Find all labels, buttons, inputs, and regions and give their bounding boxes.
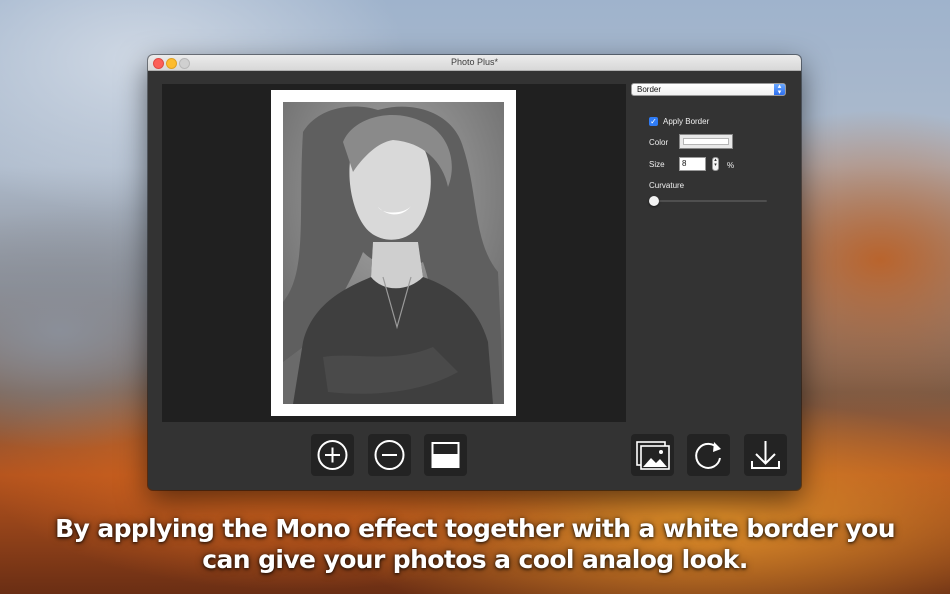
title-bar[interactable]: Photo Plus* <box>148 55 801 71</box>
apply-border-label: Apply Border <box>663 117 710 126</box>
zoom-in-button[interactable] <box>311 434 354 476</box>
color-label: Color <box>649 138 669 147</box>
size-unit: % <box>727 161 735 170</box>
apply-border-checkbox[interactable]: ✓ <box>649 117 658 126</box>
curvature-label: Curvature <box>649 181 685 190</box>
zoom-in-icon <box>317 440 348 470</box>
size-stepper[interactable]: ▴ ▾ <box>712 157 719 171</box>
rotate-icon <box>695 442 721 469</box>
effect-dropdown-label: Border <box>637 85 662 94</box>
window-title: Photo Plus* <box>450 57 499 67</box>
zoom-out-button[interactable] <box>368 434 411 476</box>
split-view-icon <box>431 442 460 468</box>
zoom-out-icon <box>374 440 405 470</box>
border-color-swatch <box>683 138 729 145</box>
open-image-icon <box>636 441 670 470</box>
effect-dropdown[interactable]: Border ▴ ▾ <box>631 83 786 96</box>
photo-preview <box>283 102 504 404</box>
open-image-button[interactable] <box>631 434 674 476</box>
size-label: Size <box>649 160 665 169</box>
border-color-well[interactable] <box>679 134 733 149</box>
photo-border <box>271 90 516 416</box>
rotate-button[interactable] <box>687 434 730 476</box>
curvature-slider-track[interactable] <box>649 200 767 202</box>
chevron-updown-icon: ▴ ▾ <box>774 83 785 96</box>
export-button[interactable] <box>744 434 787 476</box>
image-canvas[interactable] <box>162 84 626 422</box>
curvature-slider-knob[interactable] <box>649 196 659 206</box>
size-input[interactable]: 8 <box>679 157 706 171</box>
app-window: Photo Plus* Border ▴ ▾ ✓ Apply Border Co… <box>148 55 801 490</box>
caption-line-2: can give your photos a cool analog look. <box>202 545 748 574</box>
split-view-button[interactable] <box>424 434 467 476</box>
export-icon <box>751 441 780 469</box>
caption-line-1: By applying the Mono effect together wit… <box>55 514 895 543</box>
